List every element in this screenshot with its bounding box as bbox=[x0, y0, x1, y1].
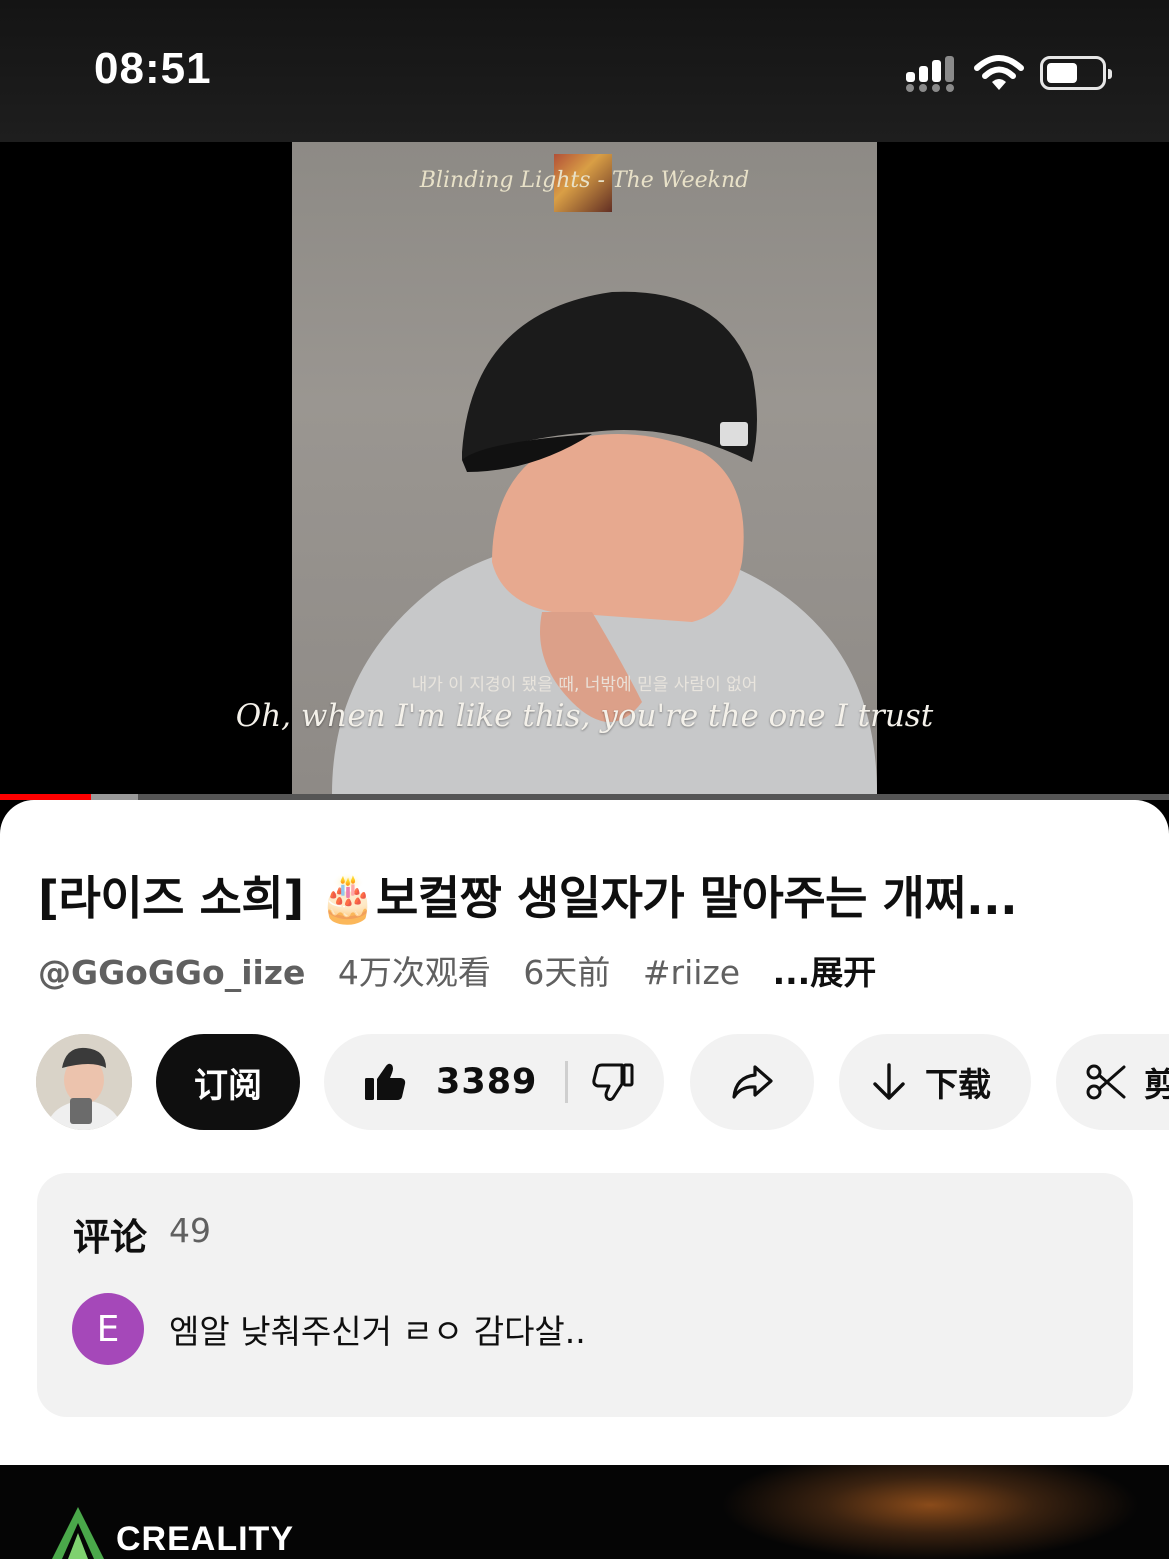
video-player[interactable]: Blinding Lights - The Weeknd 내가 이 지경이 됐을… bbox=[0, 142, 1169, 794]
thumbs-down-icon bbox=[592, 1063, 634, 1101]
scissors-icon bbox=[1086, 1064, 1126, 1100]
clip-label: 剪 bbox=[1144, 1065, 1169, 1104]
subtitle-korean: 내가 이 지경이 됐을 때, 너밖에 믿을 사람이 없어 bbox=[411, 675, 758, 695]
video-person-image bbox=[332, 291, 877, 794]
thumbs-up-icon bbox=[365, 1063, 406, 1100]
video-details-sheet: [라이즈 소희] 🎂보컬짱 생일자가 말아주는 개쩌... @GGoGGo_ii… bbox=[0, 800, 1169, 1465]
dislike-button[interactable] bbox=[568, 1034, 658, 1130]
subtitle-english: Oh, when I'm like this, you're the one I… bbox=[235, 698, 934, 734]
expand-description-button[interactable]: ...展开 bbox=[773, 953, 877, 992]
creality-logo-icon bbox=[52, 1507, 104, 1559]
share-icon bbox=[732, 1065, 773, 1099]
like-count: 3389 bbox=[436, 1062, 538, 1102]
status-bar: 08:51 bbox=[0, 0, 1169, 142]
like-button[interactable]: 3389 bbox=[324, 1034, 537, 1130]
channel-avatar-image bbox=[36, 1034, 132, 1130]
upload-age: 6天前 bbox=[523, 953, 611, 992]
cellular-signal-icon bbox=[906, 56, 960, 92]
download-icon bbox=[873, 1063, 905, 1100]
comments-count: 49 bbox=[169, 1211, 211, 1250]
subscribe-button[interactable]: 订阅 bbox=[156, 1034, 300, 1130]
ad-banner[interactable]: CREALITY bbox=[0, 1465, 1169, 1559]
share-button[interactable] bbox=[690, 1034, 814, 1130]
ad-brand-name: CREALITY bbox=[116, 1520, 294, 1558]
comments-panel[interactable]: 评论 49 E 엠알 낮춰주신거 ㄹㅇ 감다살.. bbox=[37, 1173, 1133, 1417]
wifi-icon bbox=[974, 55, 1024, 90]
download-label: 下载 bbox=[925, 1065, 991, 1104]
clip-button[interactable]: 剪 bbox=[1056, 1034, 1169, 1130]
video-meta[interactable]: @GGoGGo_iize 4万次观看 6天前 #riize ...展开 bbox=[38, 946, 898, 994]
commenter-avatar: E bbox=[72, 1293, 144, 1365]
video-title[interactable]: [라이즈 소희] 🎂보컬짱 생일자가 말아주는 개쩌... bbox=[38, 862, 1138, 928]
download-button[interactable]: 下载 bbox=[839, 1034, 1031, 1130]
channel-handle[interactable]: @GGoGGo_iize bbox=[38, 953, 305, 992]
channel-avatar[interactable] bbox=[36, 1034, 132, 1130]
top-comment-text: 엠알 낮춰주신거 ㄹㅇ 감다살.. bbox=[169, 1312, 586, 1351]
hashtag-link[interactable]: #riize bbox=[643, 953, 740, 992]
action-bar: 订阅 3389 下载 剪 bbox=[0, 1034, 1169, 1130]
like-dislike-group: 3389 bbox=[324, 1034, 664, 1130]
battery-icon bbox=[1040, 56, 1112, 90]
video-frame[interactable]: Blinding Lights - The Weeknd bbox=[292, 142, 877, 794]
comments-header: 评论 bbox=[73, 1216, 147, 1259]
view-count: 4万次观看 bbox=[337, 953, 491, 992]
clock: 08:51 bbox=[94, 44, 212, 93]
